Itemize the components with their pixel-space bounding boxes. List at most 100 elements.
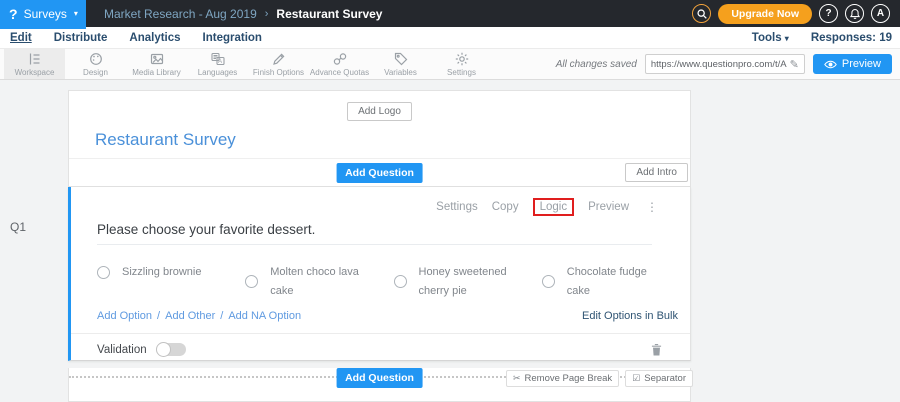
option-chocolate-fudge-cake: Chocolate fudge cake bbox=[542, 263, 690, 300]
survey-canvas-column: Add Logo Restaurant Survey Add Question … bbox=[68, 90, 691, 402]
chevron-down-icon: ▾ bbox=[74, 9, 78, 18]
topbar: ? Surveys ▾ Market Research - Aug 2019 ›… bbox=[0, 0, 900, 27]
toolbar-item-finish-options[interactable]: Finish Options bbox=[248, 49, 309, 79]
help-button[interactable]: ? bbox=[819, 4, 838, 23]
option-label[interactable]: Molten choco lava cake bbox=[270, 263, 360, 300]
toolbar-item-media-library[interactable]: Media Library bbox=[126, 49, 187, 79]
option-sizzling-brownie: Sizzling brownie bbox=[97, 263, 245, 282]
preview-label: Preview bbox=[842, 58, 881, 70]
toolbar-right: All changes saved ✎ Preview bbox=[556, 49, 900, 79]
tools-menu[interactable]: Tools ▾ bbox=[752, 32, 789, 44]
question-copy-link[interactable]: Copy bbox=[492, 201, 519, 213]
subnav-tabs: Edit Distribute Analytics Integration bbox=[0, 32, 262, 44]
validation-toggle[interactable] bbox=[156, 343, 186, 356]
radio-button[interactable] bbox=[394, 275, 407, 288]
question-number: Q1 bbox=[10, 220, 26, 234]
add-option-links: Add Option / Add Other / Add NA Option bbox=[97, 310, 301, 322]
separator-toggle-button[interactable]: ☑ Separator bbox=[625, 370, 693, 387]
gear-icon bbox=[454, 51, 470, 67]
remove-page-break-button[interactable]: ✂ Remove Page Break bbox=[506, 370, 619, 387]
page-break-gap bbox=[68, 361, 691, 368]
autosave-status: All changes saved bbox=[556, 59, 637, 70]
question-settings-link[interactable]: Settings bbox=[436, 201, 478, 213]
radio-button[interactable] bbox=[97, 266, 110, 279]
page-break-chips: ✂ Remove Page Break ☑ Separator bbox=[506, 370, 693, 387]
tab-integration[interactable]: Integration bbox=[203, 32, 262, 44]
toolbar-item-advance-quotas[interactable]: Advance Quotas bbox=[309, 49, 370, 79]
image-icon bbox=[149, 51, 165, 67]
notifications-button[interactable] bbox=[845, 4, 864, 23]
survey-header-card: Add Logo Restaurant Survey Add Question … bbox=[68, 90, 691, 187]
search-icon bbox=[696, 8, 708, 20]
add-option-link[interactable]: Add Option bbox=[97, 310, 152, 322]
topbar-actions: Upgrade Now ? A bbox=[692, 4, 900, 24]
survey-url-input[interactable] bbox=[646, 59, 790, 70]
toolbar-item-languages[interactable]: A Languages bbox=[187, 49, 248, 79]
page-break-icon: ✂ bbox=[513, 373, 521, 384]
edit-url-icon[interactable]: ✎ bbox=[790, 58, 804, 71]
tools-label: Tools bbox=[752, 32, 782, 44]
tab-analytics[interactable]: Analytics bbox=[129, 32, 180, 44]
breadcrumb-parent-link[interactable]: Market Research - Aug 2019 bbox=[104, 7, 257, 21]
add-intro-button[interactable]: Add Intro bbox=[625, 163, 688, 182]
workspace-canvas: Q1 Add Logo Restaurant Survey Add Questi… bbox=[0, 80, 900, 402]
toolbar-item-workspace[interactable]: Workspace bbox=[4, 49, 65, 79]
breadcrumb-separator: › bbox=[265, 8, 269, 20]
tab-edit[interactable]: Edit bbox=[10, 32, 32, 44]
bell-icon bbox=[849, 8, 861, 20]
survey-url-box: ✎ bbox=[645, 54, 805, 74]
link-separator: / bbox=[157, 310, 160, 322]
delete-question-button[interactable] bbox=[651, 343, 662, 356]
add-other-link[interactable]: Add Other bbox=[165, 310, 215, 322]
radio-button[interactable] bbox=[245, 275, 258, 288]
edit-options-in-bulk-link[interactable]: Edit Options in Bulk bbox=[582, 310, 678, 322]
question-preview-link[interactable]: Preview bbox=[588, 201, 629, 213]
question-footer: Validation bbox=[71, 333, 690, 356]
product-label: Surveys bbox=[24, 7, 67, 21]
question-actions: Settings Copy Logic Preview ⋮ bbox=[71, 187, 690, 218]
logo-row: Add Logo bbox=[69, 91, 690, 121]
svg-text:A: A bbox=[217, 59, 221, 65]
option-label[interactable]: Sizzling brownie bbox=[122, 263, 212, 282]
add-logo-button[interactable]: Add Logo bbox=[347, 102, 412, 121]
survey-title[interactable]: Restaurant Survey bbox=[95, 130, 236, 150]
avatar[interactable]: A bbox=[871, 4, 890, 23]
pen-icon bbox=[271, 51, 287, 67]
translate-icon: A bbox=[210, 51, 226, 67]
toolbar-item-design[interactable]: Design bbox=[65, 49, 126, 79]
trash-icon bbox=[651, 343, 662, 356]
preview-button[interactable]: Preview bbox=[813, 54, 892, 74]
option-honey-sweetened-cherry-pie: Honey sweetened cherry pie bbox=[394, 263, 542, 300]
upgrade-now-button[interactable]: Upgrade Now bbox=[718, 4, 812, 24]
add-na-option-link[interactable]: Add NA Option bbox=[228, 310, 301, 322]
validation-label: Validation bbox=[97, 344, 147, 356]
tag-icon bbox=[393, 51, 409, 67]
toolbar-item-variables[interactable]: Variables bbox=[370, 49, 431, 79]
palette-icon bbox=[88, 51, 104, 67]
surveys-product-menu[interactable]: ? Surveys ▾ bbox=[0, 0, 86, 27]
search-button[interactable] bbox=[692, 4, 711, 23]
responses-count[interactable]: Responses: 19 bbox=[811, 32, 892, 44]
intro-row: Add Question Add Intro bbox=[69, 159, 690, 187]
add-question-button-bottom[interactable]: Add Question bbox=[336, 368, 423, 388]
remove-page-break-label: Remove Page Break bbox=[525, 373, 613, 384]
tab-distribute[interactable]: Distribute bbox=[54, 32, 108, 44]
option-label[interactable]: Honey sweetened cherry pie bbox=[419, 263, 509, 300]
link-separator: / bbox=[220, 310, 223, 322]
option-label[interactable]: Chocolate fudge cake bbox=[567, 263, 657, 300]
page-break-section: Add Question ✂ Remove Page Break ☑ Separ… bbox=[68, 368, 691, 402]
breadcrumb: Market Research - Aug 2019 › Restaurant … bbox=[104, 7, 382, 21]
question-text[interactable]: Please choose your favorite dessert. bbox=[97, 222, 652, 245]
more-options-icon[interactable]: ⋮ bbox=[646, 200, 658, 214]
answer-options: Sizzling brownie Molten choco lava cake … bbox=[97, 263, 690, 300]
separator-label: Separator bbox=[644, 373, 686, 384]
toolbar-item-settings[interactable]: Settings bbox=[431, 49, 492, 79]
subnav-right: Tools ▾ Responses: 19 bbox=[752, 32, 900, 44]
radio-button[interactable] bbox=[542, 275, 555, 288]
chevron-down-icon: ▾ bbox=[785, 34, 789, 43]
add-question-button-top[interactable]: Add Question bbox=[336, 163, 423, 183]
title-row: Restaurant Survey bbox=[69, 121, 690, 159]
editor-toolbar: Workspace Design Media Library A Languag… bbox=[0, 48, 900, 80]
question-logic-link[interactable]: Logic bbox=[533, 198, 575, 216]
eye-icon bbox=[824, 60, 837, 69]
